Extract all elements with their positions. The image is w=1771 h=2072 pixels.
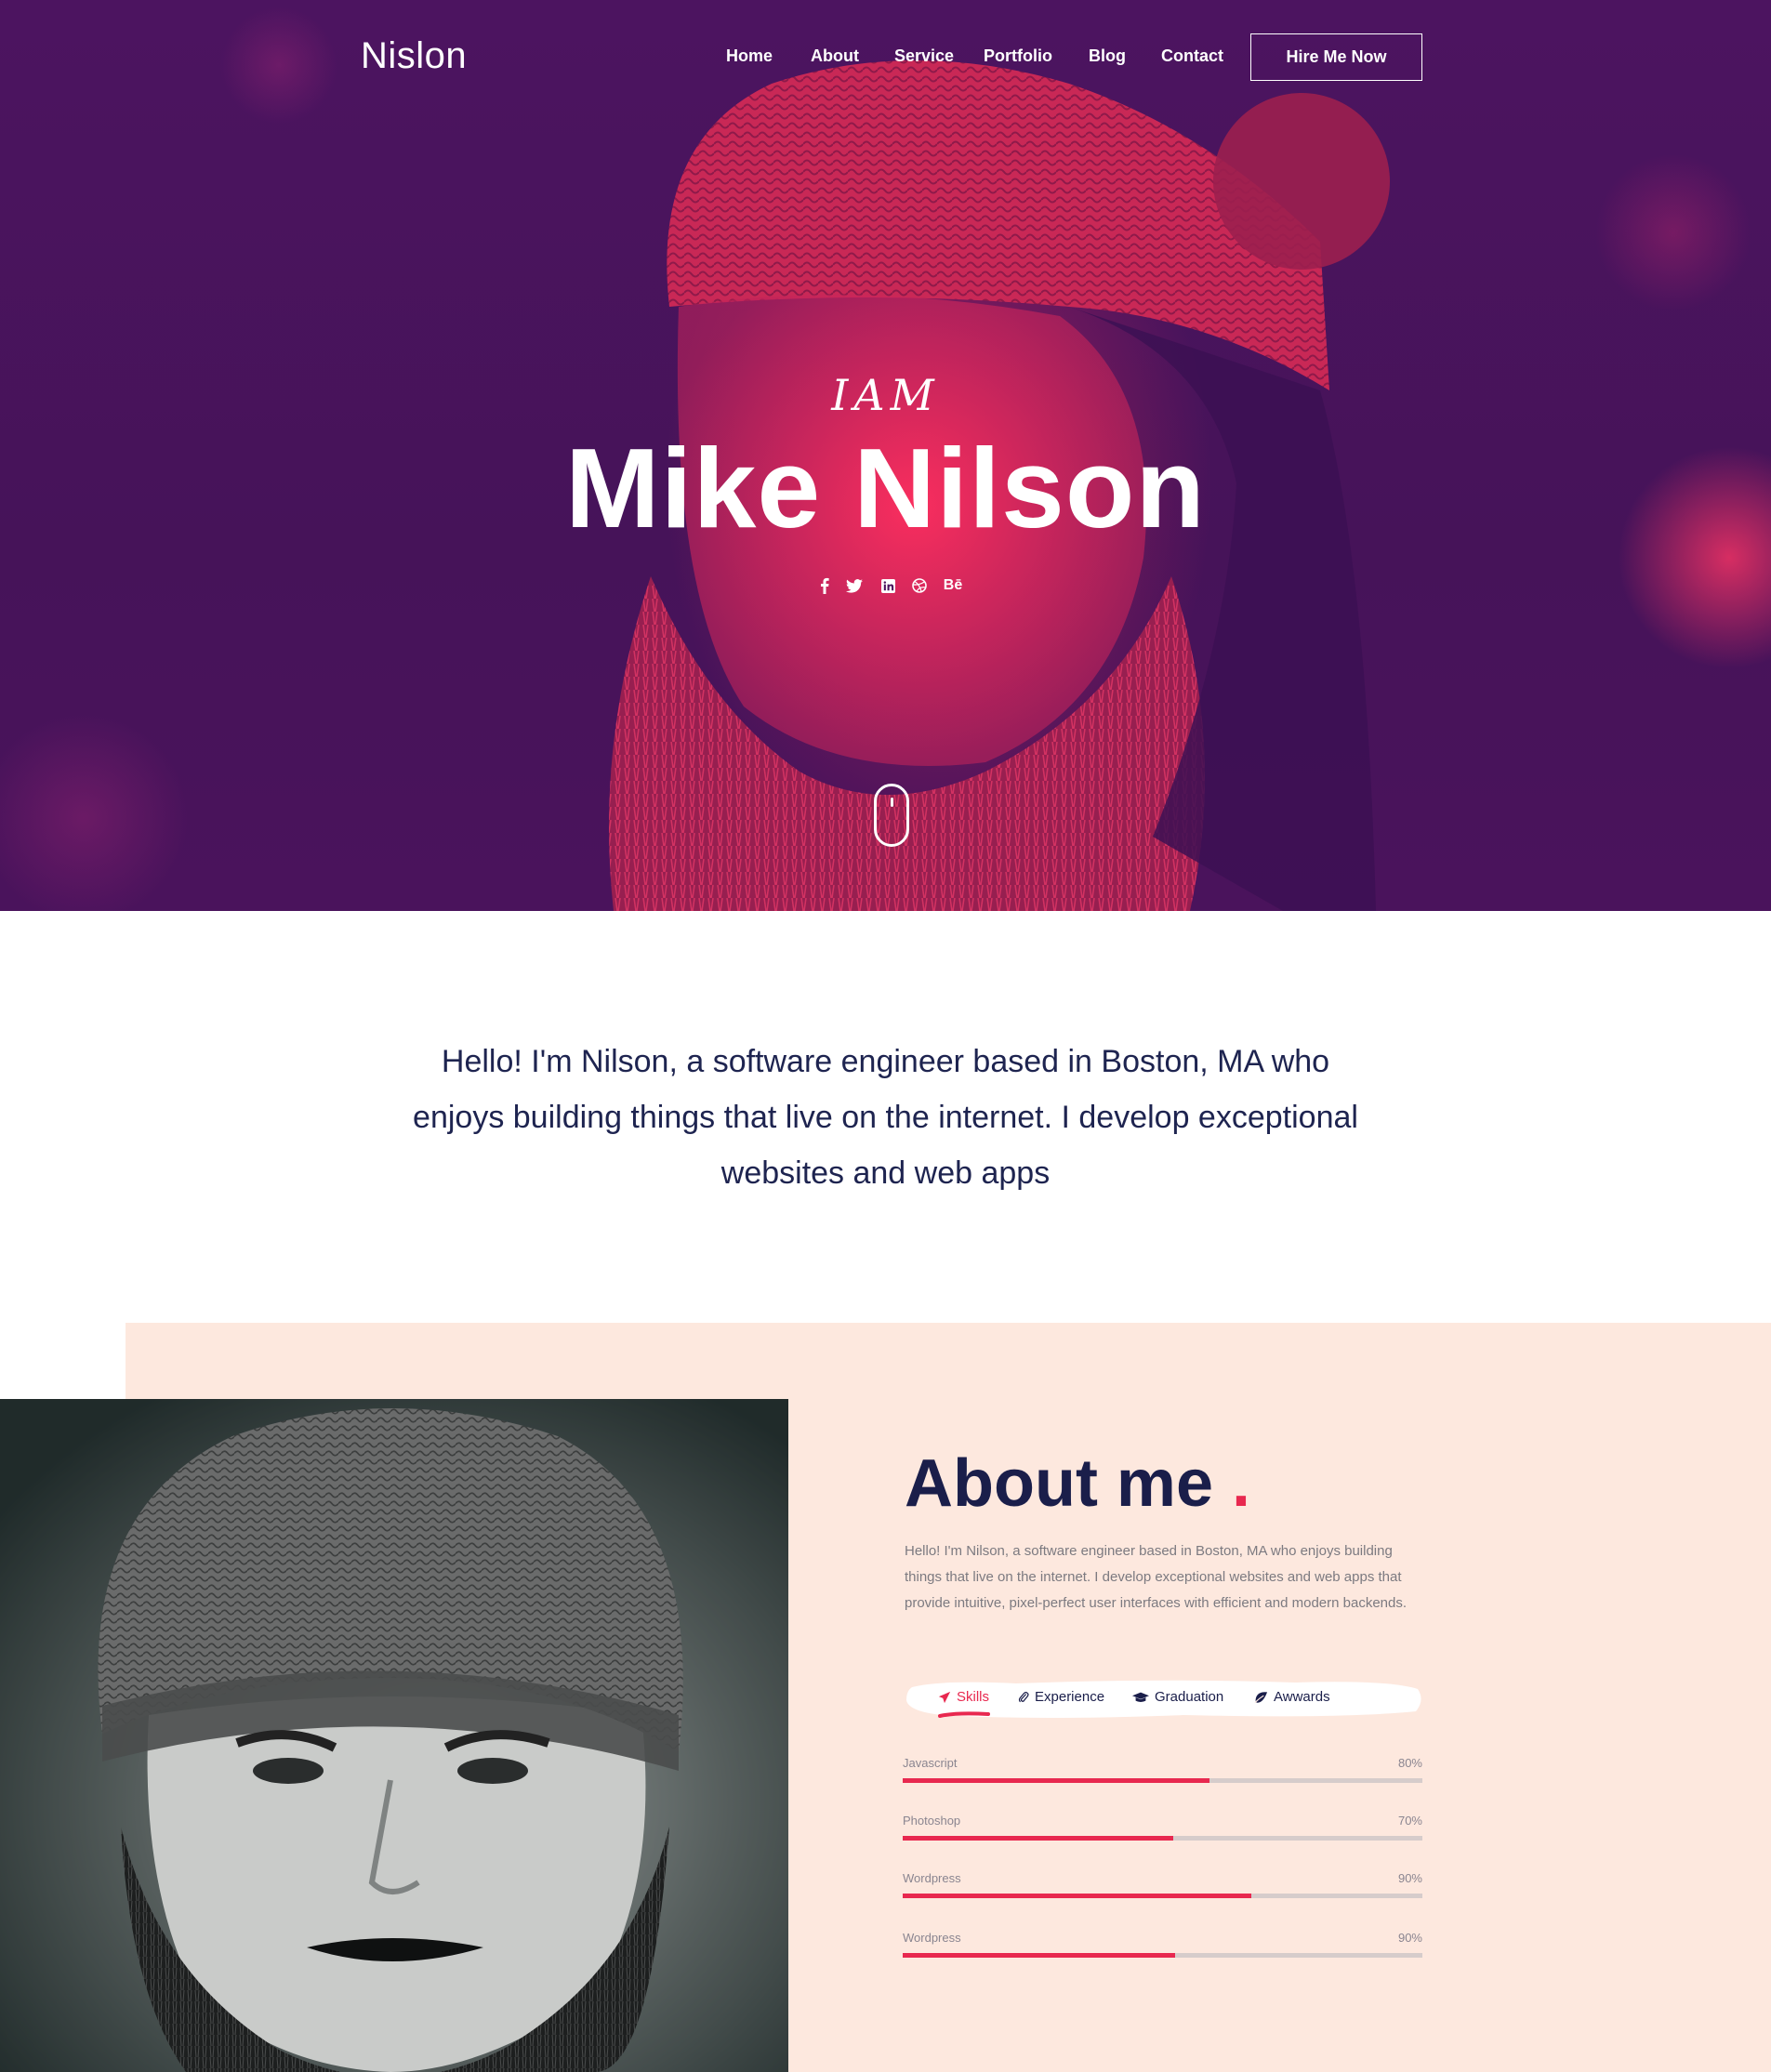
nav-contact-link[interactable]: Contact bbox=[1161, 46, 1223, 66]
skill-bar-track bbox=[903, 1894, 1422, 1898]
facebook-icon[interactable] bbox=[818, 574, 831, 597]
linkedin-icon[interactable] bbox=[879, 574, 896, 597]
twitter-icon[interactable] bbox=[845, 574, 864, 597]
skill-bar-fill bbox=[903, 1894, 1251, 1898]
skill-bar-track bbox=[903, 1778, 1422, 1783]
skill-row: Javascript 80% bbox=[903, 1756, 1422, 1793]
nav-blog-link[interactable]: Blog bbox=[1089, 46, 1126, 66]
skill-bar-fill bbox=[903, 1953, 1176, 1958]
skill-percent: 90% bbox=[1397, 1871, 1422, 1885]
skill-bar-fill bbox=[903, 1778, 1209, 1783]
paperclip-icon bbox=[1018, 1691, 1029, 1702]
dribbble-icon[interactable] bbox=[911, 574, 928, 597]
skill-name: Javascript bbox=[903, 1756, 958, 1770]
leaf-icon bbox=[1254, 1691, 1268, 1703]
about-title: About me . bbox=[905, 1445, 1250, 1522]
intro-text: Hello! I'm Nilson, a software engineer b… bbox=[413, 1044, 1358, 1191]
tab-experience[interactable]: Experience bbox=[1018, 1689, 1104, 1705]
about-description: Hello! I'm Nilson, a software engineer b… bbox=[905, 1543, 1408, 1611]
behance-icon[interactable]: Bē bbox=[941, 574, 965, 597]
tab-skills-label: Skills bbox=[957, 1689, 990, 1705]
nav-about-link[interactable]: About bbox=[811, 46, 859, 66]
site-logo[interactable]: Nislon bbox=[361, 35, 467, 77]
tab-awwards[interactable]: Awwards bbox=[1254, 1689, 1330, 1705]
skill-row: Wordpress 90% bbox=[903, 1871, 1422, 1908]
skill-bar-fill bbox=[903, 1836, 1173, 1841]
skill-bar-track bbox=[903, 1953, 1422, 1958]
active-tab-underline bbox=[938, 1711, 990, 1718]
skill-percent: 80% bbox=[1397, 1756, 1422, 1770]
about-tabs: Skills Experience Graduation Awwards bbox=[905, 1678, 1423, 1721]
nav-service-link[interactable]: Service bbox=[894, 46, 954, 66]
tab-awwards-label: Awwards bbox=[1274, 1689, 1330, 1705]
graduation-cap-icon bbox=[1132, 1692, 1149, 1702]
tab-graduation[interactable]: Graduation bbox=[1132, 1689, 1223, 1705]
tab-experience-label: Experience bbox=[1035, 1689, 1105, 1705]
hero-eyebrow: IAM bbox=[831, 370, 940, 420]
skill-name: Photoshop bbox=[903, 1814, 961, 1828]
scroll-down-mouse-icon[interactable] bbox=[874, 784, 909, 847]
skill-bar-track bbox=[903, 1836, 1422, 1841]
about-title-text: About me bbox=[905, 1446, 1213, 1521]
rocket-icon bbox=[938, 1691, 951, 1703]
skill-name: Wordpress bbox=[903, 1931, 961, 1945]
tab-skills[interactable]: Skills bbox=[938, 1689, 989, 1705]
nav-home-link[interactable]: Home bbox=[726, 46, 773, 66]
about-portrait-image bbox=[0, 1399, 788, 2072]
skill-percent: 90% bbox=[1397, 1931, 1422, 1945]
skill-row: Photoshop 70% bbox=[903, 1814, 1422, 1851]
hero-name: Mike Nilson bbox=[565, 425, 1206, 551]
tab-graduation-label: Graduation bbox=[1155, 1689, 1224, 1705]
mouse-wheel bbox=[891, 798, 893, 807]
nav-portfolio-link[interactable]: Portfolio bbox=[984, 46, 1052, 66]
about-title-dot: . bbox=[1232, 1446, 1251, 1521]
hire-me-button[interactable]: Hire Me Now bbox=[1250, 33, 1422, 81]
skill-percent: 70% bbox=[1397, 1814, 1422, 1828]
skill-name: Wordpress bbox=[903, 1871, 961, 1885]
skill-row: Wordpress 90% bbox=[903, 1931, 1422, 1968]
social-links: Bē bbox=[809, 574, 976, 597]
hero-section: Nislon Home About Service Portfolio Blog… bbox=[0, 0, 1771, 911]
